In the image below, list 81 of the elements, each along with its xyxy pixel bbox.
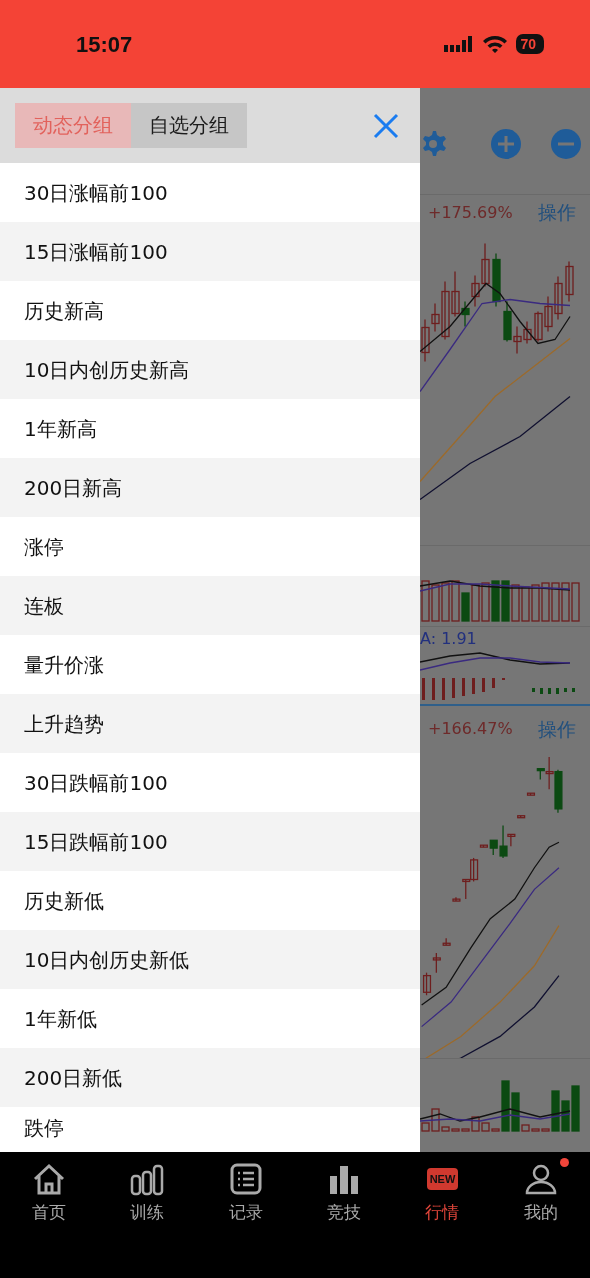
signal-icon (444, 34, 475, 54)
remove-icon[interactable] (550, 128, 582, 160)
group-list-item[interactable]: 1年新高 (0, 399, 420, 458)
group-list-item[interactable]: 上升趋势 (0, 694, 420, 753)
group-list-item[interactable]: 连板 (0, 576, 420, 635)
add-icon[interactable] (490, 128, 522, 160)
candlestick (523, 320, 532, 345)
volume-bar (491, 580, 500, 622)
candlestick (470, 857, 479, 883)
clock-time: 15:07 (76, 30, 133, 59)
battery-level: 70 (516, 34, 544, 54)
macd-bar (472, 678, 475, 694)
tab-label[interactable]: 首页 (32, 1200, 67, 1226)
macd-bar (452, 678, 455, 698)
volume-bar (561, 582, 570, 622)
indicator-value: A: 1.91 (420, 627, 478, 650)
candlestick (565, 260, 574, 303)
tab-label[interactable]: 训练 (130, 1200, 165, 1226)
candlestick (554, 769, 563, 814)
candlestick (517, 815, 526, 819)
group-list-item[interactable]: 200日新低 (0, 1048, 420, 1107)
candlestick (544, 295, 553, 333)
tab-label[interactable]: 记录 (228, 1200, 263, 1226)
volume-bar (501, 580, 510, 622)
group-list-item[interactable]: 200日新高 (0, 458, 420, 517)
group-list-item[interactable]: 10日内创历史新高 (0, 340, 420, 399)
volume-bar (441, 582, 450, 622)
tab-label[interactable]: 竞技 (327, 1200, 362, 1226)
macd-bar (462, 678, 465, 696)
volume-bar (531, 584, 540, 622)
volume-bar (541, 582, 550, 622)
macd-bar (422, 678, 425, 700)
group-list-item[interactable]: 历史新高 (0, 281, 420, 340)
macd-bar (532, 688, 535, 692)
volume-bar (471, 584, 480, 622)
macd-bar (564, 688, 567, 692)
group-list-item[interactable]: 15日跌幅前100 (0, 812, 420, 871)
candlestick (554, 275, 563, 321)
group-list-item[interactable]: 历史新低 (0, 871, 420, 930)
candlestick (534, 310, 543, 343)
tab-label[interactable]: 我的 (523, 1200, 558, 1226)
volume-bar (511, 584, 520, 622)
candlestick (481, 242, 490, 288)
macd-bar (442, 678, 445, 700)
group-list-item[interactable]: 30日跌幅前100 (0, 753, 420, 812)
group-list-item[interactable]: 30日涨幅前100 (0, 163, 420, 222)
volume-bar (421, 580, 430, 622)
bars-icon (129, 1162, 166, 1196)
macd-bar (572, 688, 575, 692)
group-list-item[interactable]: 15日涨幅前100 (0, 222, 420, 281)
group-list-item[interactable]: 涨停 (0, 517, 420, 576)
group-list-item[interactable]: 量升价涨 (0, 635, 420, 694)
candlestick (432, 952, 441, 974)
wifi-icon (482, 34, 509, 54)
change-percent: +175.69% (428, 201, 513, 224)
volume-bar (461, 592, 470, 622)
group-tab[interactable]: 自选分组 (131, 103, 247, 148)
tab-label[interactable]: 行情 (425, 1200, 460, 1226)
macd-bar (540, 688, 543, 694)
close-button[interactable] (372, 111, 400, 140)
candlestick (492, 252, 501, 308)
candlestick (471, 274, 480, 308)
group-list-item[interactable]: 跌停 (0, 1107, 420, 1152)
candlestick (442, 937, 451, 946)
candlestick (422, 972, 432, 996)
volume-bar (571, 582, 580, 622)
macd-bar (432, 678, 435, 700)
group-list-item[interactable]: 1年新低 (0, 989, 420, 1048)
change-percent: +166.47% (428, 718, 513, 740)
volume-bar (521, 586, 530, 622)
volume-bar (481, 582, 490, 622)
group-list-item[interactable]: 10日内创历史新低 (0, 930, 420, 989)
macd-bar (556, 688, 559, 694)
new-icon: NEW (426, 1168, 459, 1190)
volume-bar (431, 584, 440, 622)
candlestick (526, 792, 536, 796)
macd-bar (492, 678, 495, 688)
volume-bar (551, 582, 560, 622)
macd-bar (548, 688, 551, 694)
macd-bar (482, 678, 485, 692)
volume-bar (451, 580, 460, 622)
